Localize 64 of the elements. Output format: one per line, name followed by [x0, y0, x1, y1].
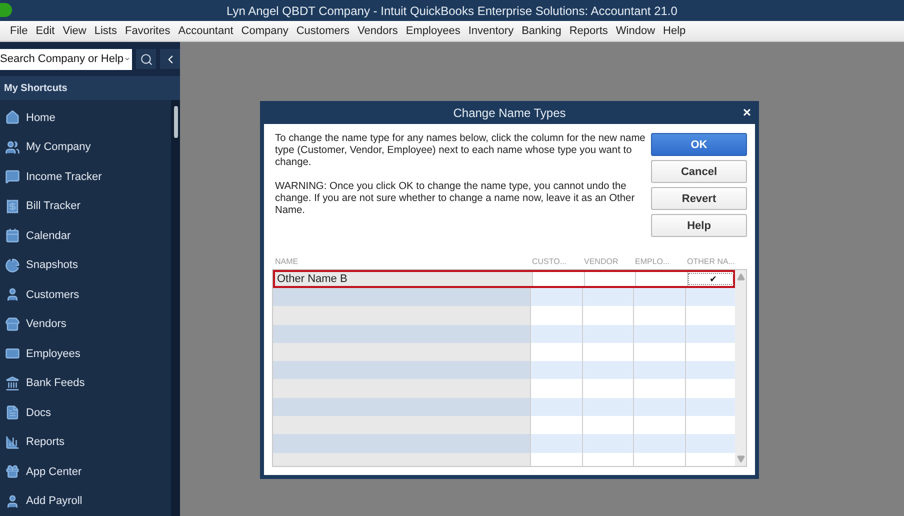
menu-item[interactable]: Favorites: [120, 25, 174, 37]
sidebar-item[interactable]: Customers: [0, 280, 171, 310]
search-icon: [140, 52, 152, 66]
scrollbar[interactable]: [735, 270, 746, 466]
menu-item[interactable]: Company: [237, 25, 292, 37]
menu-item[interactable]: Banking: [518, 25, 566, 37]
sidebar-item[interactable]: Income Tracker: [0, 162, 171, 192]
menu-item[interactable]: Help: [659, 25, 690, 37]
app-logo-icon: [0, 3, 12, 17]
gift-icon: [5, 464, 20, 480]
people-icon: [5, 140, 20, 155]
home-icon: [5, 110, 20, 126]
sidebar-item[interactable]: Add Payroll: [0, 486, 171, 516]
dialog-button[interactable]: OK: [651, 133, 747, 156]
dialog-button[interactable]: Revert: [651, 187, 747, 210]
bar-chart-icon: [5, 434, 20, 450]
sidebar-item[interactable]: Reports: [0, 428, 171, 457]
sidebar-item[interactable]: App Center: [0, 457, 171, 486]
close-button[interactable]: ×: [742, 104, 751, 120]
scroll-up-icon: [736, 273, 744, 281]
sidebar-item[interactable]: Vendors: [0, 310, 171, 339]
sidebar-item[interactable]: Employees: [0, 339, 171, 368]
sidebar-item[interactable]: Docs: [0, 398, 171, 428]
menu-item[interactable]: File: [6, 25, 32, 37]
menu-item[interactable]: Window: [612, 25, 660, 37]
bank-icon: [5, 376, 20, 391]
sidebar-title: My Shortcuts: [0, 76, 180, 100]
document-icon: [5, 405, 20, 420]
menu-item[interactable]: Inventory: [464, 25, 518, 37]
scrollbar[interactable]: [171, 100, 180, 516]
person-icon: [5, 287, 20, 302]
sidebar-item[interactable]: Snapshots: [0, 250, 171, 280]
menu-item[interactable]: Accountant: [174, 25, 238, 37]
window-title: Lyn Angel QBDT Company - Intuit QuickBooks Enterprise Solutions: Accountant 21.0: [226, 4, 678, 18]
id-card-icon: [5, 346, 20, 362]
search-field[interactable]: Search Company or Help: [0, 48, 132, 70]
scroll-down-icon: [736, 455, 744, 463]
dialog-button[interactable]: Cancel: [651, 160, 747, 183]
sidebar-item[interactable]: Bill Tracker: [0, 192, 171, 221]
collapse-button[interactable]: [160, 49, 180, 69]
pie-chart-icon: [5, 258, 20, 273]
menu-item[interactable]: Lists: [90, 25, 121, 37]
person-icon: [5, 494, 20, 509]
search-button[interactable]: [136, 49, 156, 69]
sidebar-item[interactable]: Bank Feeds: [0, 368, 171, 398]
sidebar-item[interactable]: Home: [0, 103, 171, 132]
chat-icon: [5, 169, 20, 184]
name-cell: Other Name B: [275, 272, 532, 286]
receipt-icon: [5, 198, 20, 214]
dialog-button[interactable]: Help: [651, 214, 747, 237]
sidebar-item[interactable]: Calendar: [0, 221, 171, 250]
calendar-icon: [5, 228, 20, 244]
store-icon: [5, 316, 20, 332]
menu-item[interactable]: Edit: [32, 25, 59, 37]
warning-text: WARNING: Once you click OK to change the name type, you cannot undo the change. If you are not sure whether to change a name now, leave it as an Other Name.: [275, 181, 636, 217]
instructions-text: To change the name type for any names below, click the column for the new name type (Customer, Vendor, Employee) next to each name whose type you want to change.: [275, 133, 646, 169]
menu-item[interactable]: Vendors: [354, 25, 402, 37]
menu-item[interactable]: Employees: [402, 25, 464, 37]
menu-item[interactable]: Customers: [292, 25, 354, 37]
sidebar-item[interactable]: My Company: [0, 132, 171, 162]
menu-item[interactable]: View: [58, 25, 90, 37]
menu-item[interactable]: Reports: [565, 25, 612, 37]
dialog-title: Change Name Types: [453, 106, 566, 120]
table-row[interactable]: Other Name B ✔: [273, 270, 735, 288]
